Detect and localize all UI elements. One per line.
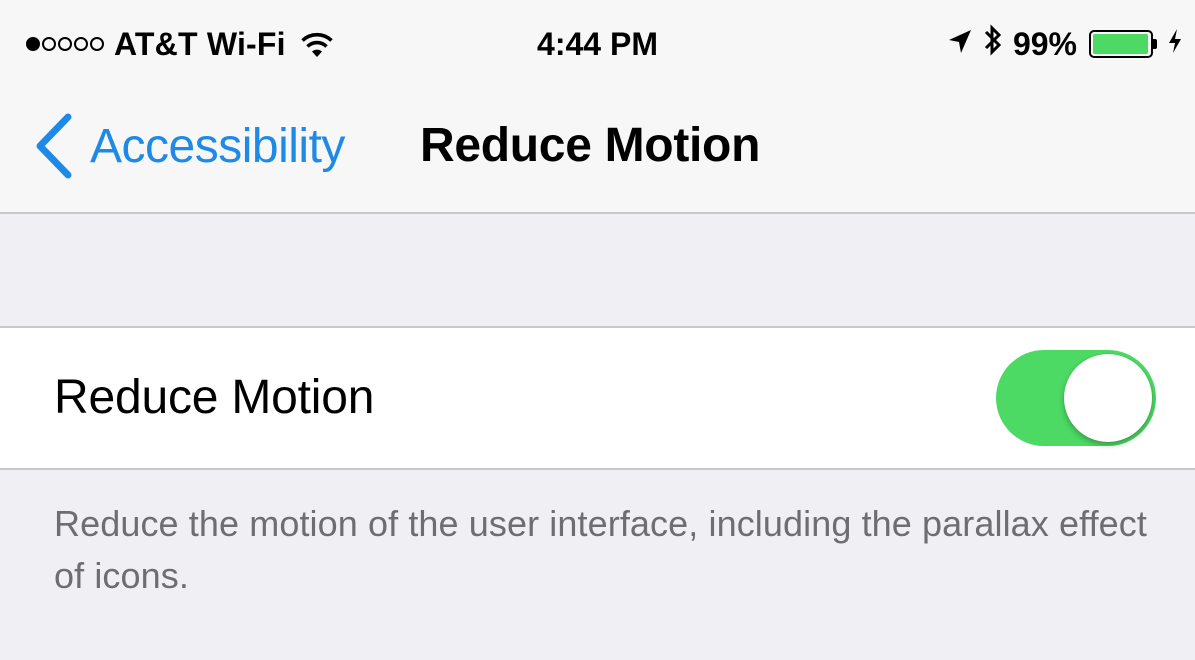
status-time: 4:44 PM	[537, 26, 658, 62]
group-separator-bottom	[0, 468, 1195, 470]
charging-bolt-icon	[1167, 26, 1183, 63]
back-button-label: Accessibility	[90, 119, 345, 173]
navigation-bar: Accessibility Reduce Motion	[0, 88, 1195, 214]
signal-strength-icon	[26, 37, 104, 51]
settings-screen: AT&T Wi-Fi 4:44 PM 99% Accessibility Red…	[0, 0, 1195, 660]
battery-percent: 99%	[1012, 25, 1077, 62]
toggle-knob	[1064, 354, 1152, 442]
carrier-name: AT&T Wi-Fi	[114, 25, 286, 62]
reduce-motion-cell: Reduce Motion	[0, 328, 1195, 468]
status-bar: AT&T Wi-Fi 4:44 PM 99%	[0, 0, 1195, 88]
chevron-left-icon	[32, 111, 76, 181]
signal-dot	[26, 37, 40, 51]
battery-icon	[1087, 30, 1157, 58]
signal-dot	[58, 37, 72, 51]
back-button[interactable]: Accessibility	[32, 110, 345, 182]
signal-dot	[74, 37, 88, 51]
battery-level-fill	[1093, 34, 1149, 54]
page-title: Reduce Motion	[420, 119, 761, 172]
battery-body	[1089, 30, 1153, 58]
reduce-motion-label: Reduce Motion	[54, 371, 375, 424]
reduce-motion-description: Reduce the motion of the user interface,…	[54, 503, 1147, 596]
location-arrow-icon	[947, 26, 973, 63]
bluetooth-icon	[983, 23, 1003, 65]
signal-dot	[42, 37, 56, 51]
wifi-icon	[300, 30, 334, 58]
signal-dot	[90, 37, 104, 51]
status-right: 99%	[947, 22, 1183, 66]
status-left: AT&T Wi-Fi	[26, 22, 334, 66]
battery-tip	[1153, 39, 1157, 49]
reduce-motion-toggle[interactable]	[996, 350, 1156, 446]
